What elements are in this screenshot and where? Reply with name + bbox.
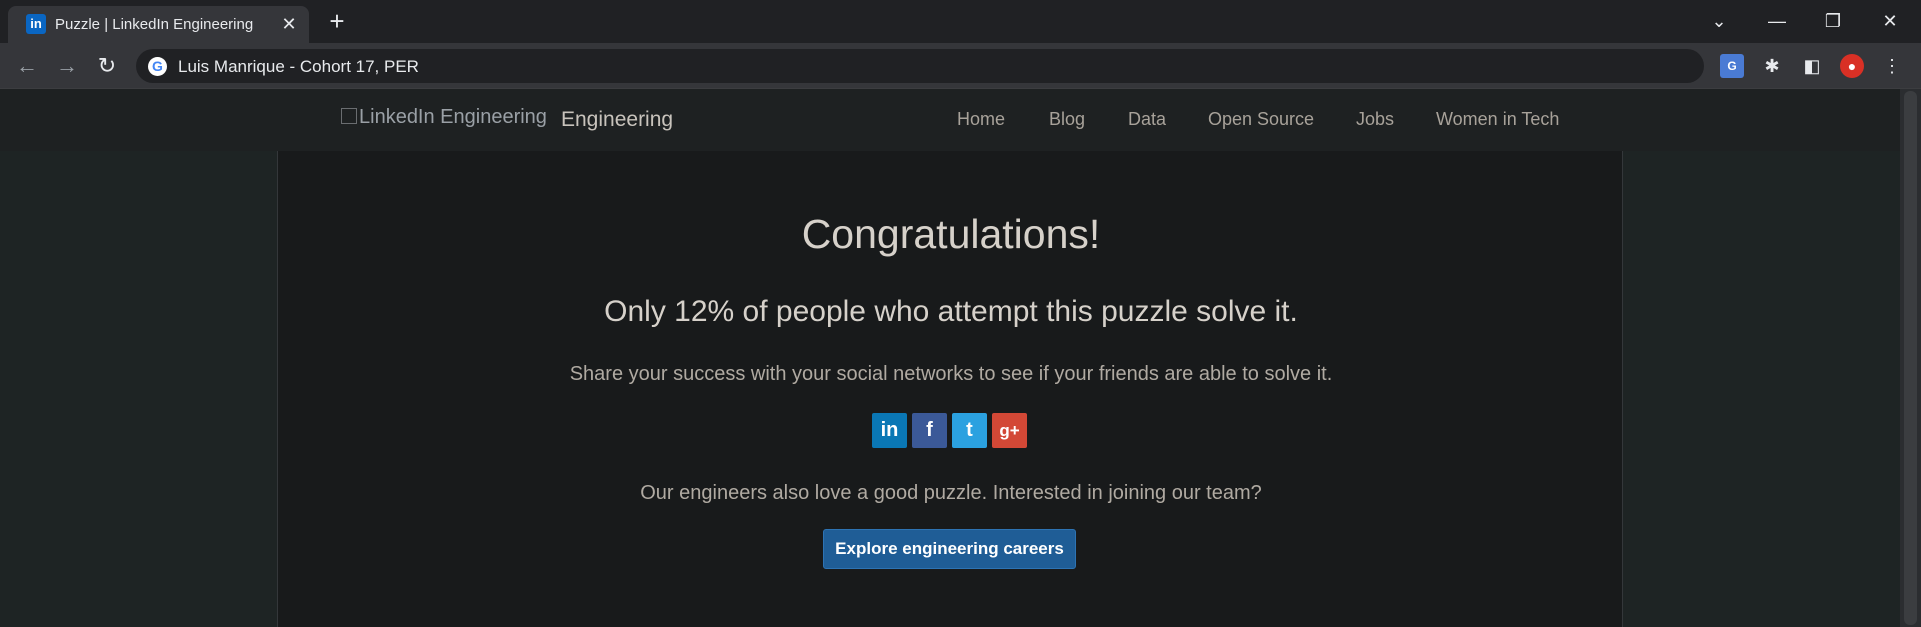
- translate-icon[interactable]: G: [1720, 54, 1744, 78]
- minimize-button[interactable]: —: [1757, 6, 1797, 36]
- extensions-icon[interactable]: ✱: [1760, 54, 1784, 78]
- page-title: Congratulations!: [801, 211, 1101, 257]
- nav-women-in-tech[interactable]: Women in Tech: [1436, 109, 1559, 130]
- explore-careers-button[interactable]: Explore engineering careers: [823, 529, 1076, 569]
- tab-strip: in Puzzle | LinkedIn Engineering ✕ + ⌄ —…: [0, 0, 1921, 43]
- forward-icon[interactable]: →: [51, 51, 83, 83]
- left-gutter: [0, 151, 277, 627]
- site-title[interactable]: Engineering: [561, 108, 673, 132]
- careers-prompt: Our engineers also love a good puzzle. I…: [640, 482, 1262, 504]
- broken-image-icon: [341, 108, 357, 124]
- success-rate-text: Only 12% of people who attempt this puzz…: [604, 295, 1298, 328]
- side-panel-icon[interactable]: ◧: [1800, 54, 1824, 78]
- browser-toolbar: ← → ↻ G Luis Manrique - Cohort 17, PER G…: [0, 43, 1921, 89]
- profile-avatar-icon[interactable]: ●: [1840, 54, 1864, 78]
- nav-data[interactable]: Data: [1128, 109, 1166, 130]
- google-icon: G: [148, 57, 167, 76]
- googleplus-share-icon[interactable]: g+: [992, 413, 1027, 448]
- browser-tab[interactable]: in Puzzle | LinkedIn Engineering ✕: [8, 6, 309, 43]
- nav-jobs[interactable]: Jobs: [1356, 109, 1394, 130]
- share-prompt: Share your success with your social netw…: [569, 363, 1333, 385]
- main-content: Congratulations! Only 12% of people who …: [277, 151, 1623, 627]
- facebook-share-icon[interactable]: f: [912, 413, 947, 448]
- web-page: LinkedIn Engineering Engineering Home Bl…: [0, 89, 1900, 627]
- right-gutter: [1623, 151, 1900, 627]
- new-tab-button[interactable]: +: [323, 8, 351, 36]
- nav-open-source[interactable]: Open Source: [1208, 109, 1314, 130]
- back-icon[interactable]: ←: [11, 51, 43, 83]
- close-tab-icon[interactable]: ✕: [279, 14, 299, 34]
- close-window-button[interactable]: ✕: [1870, 6, 1910, 36]
- linkedin-share-icon[interactable]: in: [872, 413, 907, 448]
- menu-icon[interactable]: ⋮: [1880, 54, 1904, 78]
- reload-icon[interactable]: ↻: [91, 51, 123, 83]
- address-text[interactable]: Luis Manrique - Cohort 17, PER: [178, 57, 419, 77]
- site-logo[interactable]: LinkedIn Engineering: [341, 106, 547, 129]
- logo-alt-text: LinkedIn Engineering: [359, 106, 547, 128]
- address-bar[interactable]: G Luis Manrique - Cohort 17, PER: [136, 49, 1704, 83]
- site-header: LinkedIn Engineering Engineering Home Bl…: [0, 89, 1900, 151]
- tab-search-icon[interactable]: ⌄: [1699, 6, 1739, 36]
- page-scrollbar[interactable]: [1900, 89, 1921, 627]
- nav-blog[interactable]: Blog: [1049, 109, 1085, 130]
- restore-button[interactable]: ❐: [1813, 6, 1853, 36]
- nav-home[interactable]: Home: [957, 109, 1005, 130]
- twitter-share-icon[interactable]: t: [952, 413, 987, 448]
- linkedin-favicon-icon: in: [26, 14, 46, 34]
- scrollbar-thumb[interactable]: [1904, 91, 1917, 625]
- tab-title: Puzzle | LinkedIn Engineering: [55, 16, 254, 33]
